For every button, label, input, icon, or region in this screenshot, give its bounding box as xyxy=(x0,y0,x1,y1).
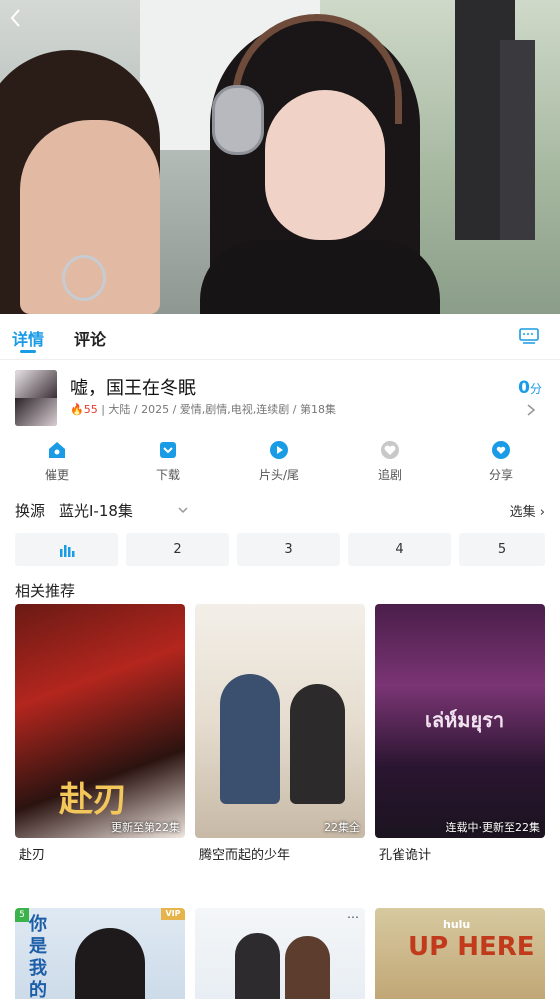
related-section-title: 相关推荐 xyxy=(15,582,76,600)
fire-icon: 🔥 xyxy=(70,403,84,416)
play-skip-icon xyxy=(270,441,288,459)
related-card[interactable]: 赴刃 更新至第22集 赴刃 xyxy=(15,604,185,863)
heart-icon xyxy=(381,441,399,459)
tab-comments[interactable]: 评论 xyxy=(74,326,106,350)
show-score[interactable]: 0分 xyxy=(518,378,542,398)
related-name: 腾空而起的少年 xyxy=(199,848,291,863)
detail-tabbar: 详情 评论 xyxy=(0,314,560,360)
chevron-right-icon: › xyxy=(539,505,545,520)
more-icon[interactable]: ⋯ xyxy=(347,910,359,924)
episode-select-button[interactable]: 选集 › xyxy=(510,501,545,520)
related-card[interactable]: เล่ห์มยุรา 连载中·更新至22集 孔雀诡计 xyxy=(375,604,545,863)
show-title: 嘘，国王在冬眠 xyxy=(70,378,196,399)
back-button[interactable] xyxy=(4,6,28,30)
show-meta: 🔥55 | 大陆 / 2025 / 爱情,剧情,电视,连续剧 / 第18集 xyxy=(70,403,336,416)
cover-title-art: เล่ห์มยุรา xyxy=(425,708,505,732)
chevron-down-icon[interactable] xyxy=(177,504,189,516)
action-bar: 催更 下载 片头/尾 追剧 分享 xyxy=(0,440,560,490)
episode-item[interactable]: 3 xyxy=(237,533,340,566)
chevron-right-icon[interactable] xyxy=(526,403,536,417)
video-background-figure-2 xyxy=(500,40,535,240)
source-row: 换源 蓝光I-18集 选集 › xyxy=(15,500,545,522)
episode-badge: 连载中·更新至22集 xyxy=(445,821,541,834)
episode-list: 2 3 4 5 xyxy=(15,533,545,566)
vip-badge: VIP xyxy=(161,908,185,920)
source-selector[interactable]: 蓝光I-18集 xyxy=(59,500,133,521)
episode-badge: 22集全 xyxy=(324,821,360,834)
related-card[interactable]: 22集全 腾空而起的少年 xyxy=(195,604,365,863)
share-button[interactable]: 分享 xyxy=(456,440,546,483)
house-bell-icon xyxy=(49,442,65,458)
related-card[interactable]: ⋯ xyxy=(195,908,365,999)
tab-underline xyxy=(20,350,36,353)
video-person-right-body xyxy=(200,240,440,314)
episode-item[interactable]: 2 xyxy=(126,533,229,566)
related-card[interactable]: hulu UP HERE xyxy=(375,908,545,999)
show-meta-text: 大陆 / 2025 / 爱情,剧情,电视,连续剧 / 第18集 xyxy=(108,403,336,416)
urge-update-button[interactable]: 催更 xyxy=(12,440,102,483)
related-cover: เล่ห์มยุรา 连载中·更新至22集 xyxy=(375,604,545,838)
source-label: 换源 xyxy=(15,502,46,520)
episode-item[interactable]: 5 xyxy=(459,533,545,566)
intro-outro-button[interactable]: 片头/尾 xyxy=(234,440,324,483)
cover-title-art: UP HERE xyxy=(408,932,535,962)
related-cover: 赴刃 更新至第22集 xyxy=(15,604,185,838)
cast-icon[interactable] xyxy=(518,325,540,347)
episode-badge: 更新至第22集 xyxy=(111,821,180,834)
episode-item[interactable]: 4 xyxy=(348,533,451,566)
chevron-left-icon xyxy=(10,9,20,27)
cover-title-art: 你是我的 xyxy=(29,914,47,999)
related-card[interactable]: 5 VIP 你是我的 xyxy=(15,908,185,999)
brand-logo: hulu xyxy=(443,918,471,931)
related-name: 孔雀诡计 xyxy=(379,848,432,863)
playing-bars-icon xyxy=(59,545,74,557)
video-headphone xyxy=(212,85,264,155)
episode-current[interactable] xyxy=(15,533,118,566)
download-button[interactable]: 下载 xyxy=(123,440,213,483)
related-name: 赴刃 xyxy=(19,848,46,863)
show-poster-thumbnail[interactable] xyxy=(15,370,57,426)
hot-count: 🔥55 xyxy=(70,403,98,416)
follow-button[interactable]: 追剧 xyxy=(345,440,435,483)
cover-title-art: 赴刃 xyxy=(59,780,127,820)
video-earring xyxy=(62,255,106,301)
share-icon xyxy=(492,441,510,459)
rank-badge: 5 xyxy=(15,908,29,922)
video-player[interactable] xyxy=(0,0,560,314)
related-cover: 22集全 xyxy=(195,604,365,838)
download-icon xyxy=(160,442,176,458)
video-person-right-face xyxy=(265,90,385,240)
tab-details[interactable]: 详情 xyxy=(12,326,44,350)
